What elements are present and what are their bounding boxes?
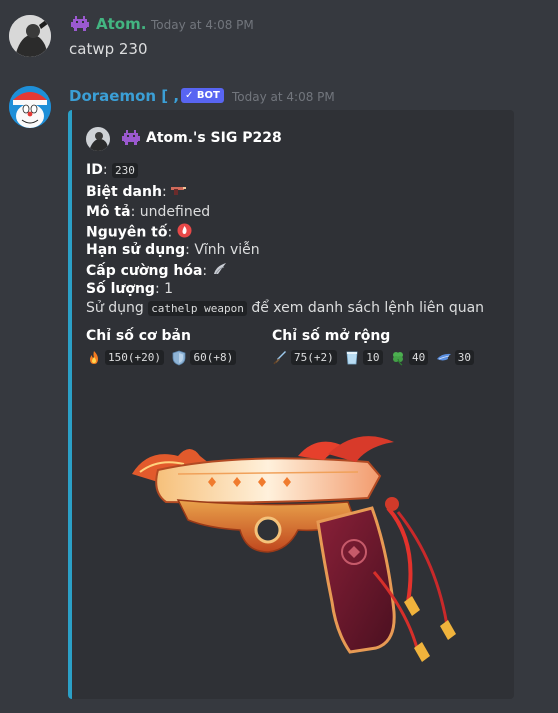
alien-monster-icon xyxy=(71,16,89,36)
stat-value: 10 xyxy=(363,350,383,365)
alien-monster-icon xyxy=(122,130,140,150)
usage-command: cathelp weapon xyxy=(148,301,247,316)
gun-mini-icon xyxy=(171,184,187,200)
username-atom[interactable]: Atom. xyxy=(96,15,146,33)
fire-element-icon xyxy=(177,223,192,242)
basic-stats-title: Chỉ số cơ bản xyxy=(86,328,191,344)
stat-value: 60(+8) xyxy=(190,350,237,365)
extended-stats: 75(+2) 10 40 30 xyxy=(272,350,478,366)
stat-value: 40 xyxy=(409,350,429,365)
timestamp: Today at 4:08 PM xyxy=(232,90,335,104)
field-label: Số lượng xyxy=(86,281,155,297)
field-nickname: Biệt danh: xyxy=(86,184,187,200)
wings-icon xyxy=(212,262,228,280)
bot-badge: ✓ BOT xyxy=(181,88,224,103)
field-description: Mô tả: undefined xyxy=(86,204,211,220)
field-label: Nguyên tố xyxy=(86,224,168,241)
basic-stats: 150(+20) 60(+8) xyxy=(86,350,240,366)
field-value: 230 xyxy=(112,163,138,178)
embed-accent-bar xyxy=(68,110,72,699)
message-text: catwp 230 xyxy=(69,40,148,58)
fire-icon xyxy=(86,350,102,366)
clover-icon xyxy=(390,350,406,366)
embed-author-name: Atom.'s SIG P228 xyxy=(146,130,282,146)
field-label: Hạn sử dụng xyxy=(86,242,186,258)
stat-value: 30 xyxy=(454,350,474,365)
wing-icon xyxy=(436,350,452,366)
embed-author-avatar xyxy=(86,127,110,151)
field-value: undefined xyxy=(139,204,211,220)
embed-card: Atom.'s SIG P228 ID: 230 Biệt danh: Mô t… xyxy=(68,110,514,699)
pistol-image[interactable] xyxy=(118,412,468,682)
shield-icon xyxy=(171,350,187,366)
stat-value: 75(+2) xyxy=(291,350,337,365)
stat-value: 150(+20) xyxy=(105,350,164,365)
field-id: ID: 230 xyxy=(86,162,138,178)
timestamp: Today at 4:08 PM xyxy=(151,18,254,32)
field-label: Cấp cường hóa xyxy=(86,263,203,279)
field-value: 1 xyxy=(164,281,174,297)
username-doraemon[interactable]: Doraemon [ , ] xyxy=(69,87,191,105)
field-element: Nguyên tố: xyxy=(86,223,192,242)
field-label: Mô tả xyxy=(86,204,131,220)
avatar-doraemon[interactable] xyxy=(9,86,51,128)
usage-prefix: Sử dụng xyxy=(86,300,144,316)
field-value: Vĩnh viễn xyxy=(194,242,260,258)
field-label: Biệt danh xyxy=(86,184,162,200)
field-label: ID xyxy=(86,162,103,178)
usage-suffix: để xem danh sách lệnh liên quan xyxy=(251,300,485,316)
avatar-atom[interactable] xyxy=(9,15,51,57)
field-enhance: Cấp cường hóa: xyxy=(86,262,228,280)
extended-stats-title: Chỉ số mở rộng xyxy=(272,328,391,344)
field-usage: Sử dụng cathelp weapon để xem danh sách … xyxy=(86,300,484,316)
sword-icon xyxy=(272,350,288,366)
field-quantity: Số lượng: 1 xyxy=(86,281,174,297)
cup-icon xyxy=(344,350,360,366)
field-expiry: Hạn sử dụng: Vĩnh viễn xyxy=(86,242,260,258)
